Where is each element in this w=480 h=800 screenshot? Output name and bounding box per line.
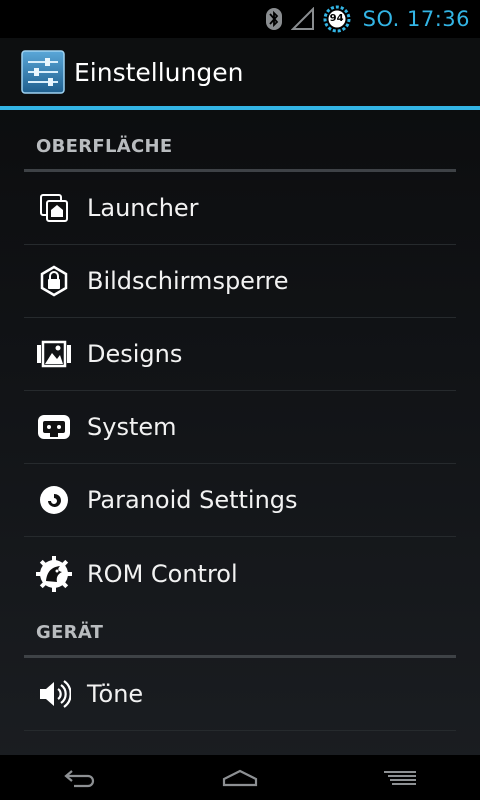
list-item-bildschirmsperre[interactable]: Bildschirmsperre [24,245,456,318]
back-button[interactable] [40,755,120,800]
sound-icon [36,676,72,712]
item-label: ROM Control [87,559,238,588]
item-label: Paranoid Settings [87,486,298,514]
battery-level: 94 [329,13,344,24]
lockscreen-icon [36,263,72,299]
back-icon [64,769,95,787]
section-header-geraet: GERÄT [24,610,456,658]
list-item-paranoid-settings[interactable]: Paranoid Settings [24,464,456,537]
item-label: Töne [87,680,144,708]
list-item-system[interactable]: System [24,391,456,464]
system-icon [36,409,72,445]
navigation-bar [0,755,480,800]
bluetooth-icon [265,7,283,31]
menu-icon [384,770,416,785]
item-label: Bildschirmsperre [87,267,289,295]
home-button[interactable] [200,755,280,800]
section-header-oberflaeche: OBERFLÄCHE [24,124,456,172]
status-bar: 94 SO. 17:36 [0,0,480,38]
menu-button[interactable] [360,755,440,800]
list-item-rom-control[interactable]: ROM Control [24,537,456,610]
item-label: Designs [87,340,183,368]
home-icon [222,769,258,786]
list-item-toene[interactable]: Töne [24,658,456,731]
signal-icon [290,7,315,31]
settings-sliders-icon[interactable] [20,49,66,95]
paranoid-icon [36,482,72,518]
battery-icon: 94 [323,5,351,33]
settings-list: OBERFLÄCHE Launcher Bildschirmsperre Des… [24,124,456,731]
list-item-launcher[interactable]: Launcher [24,172,456,245]
page-title: Einstellungen [74,57,244,87]
settings-screen: 94 SO. 17:36 Einstellungen OBERFLÄCHE La… [0,0,480,800]
action-bar: Einstellungen [0,38,480,110]
launcher-icon [36,190,72,226]
rom-control-icon [36,555,72,592]
item-label: Launcher [87,194,199,222]
status-clock: SO. 17:36 [362,7,470,31]
themes-icon [36,336,72,372]
item-label: System [87,413,177,441]
list-item-designs[interactable]: Designs [24,318,456,391]
